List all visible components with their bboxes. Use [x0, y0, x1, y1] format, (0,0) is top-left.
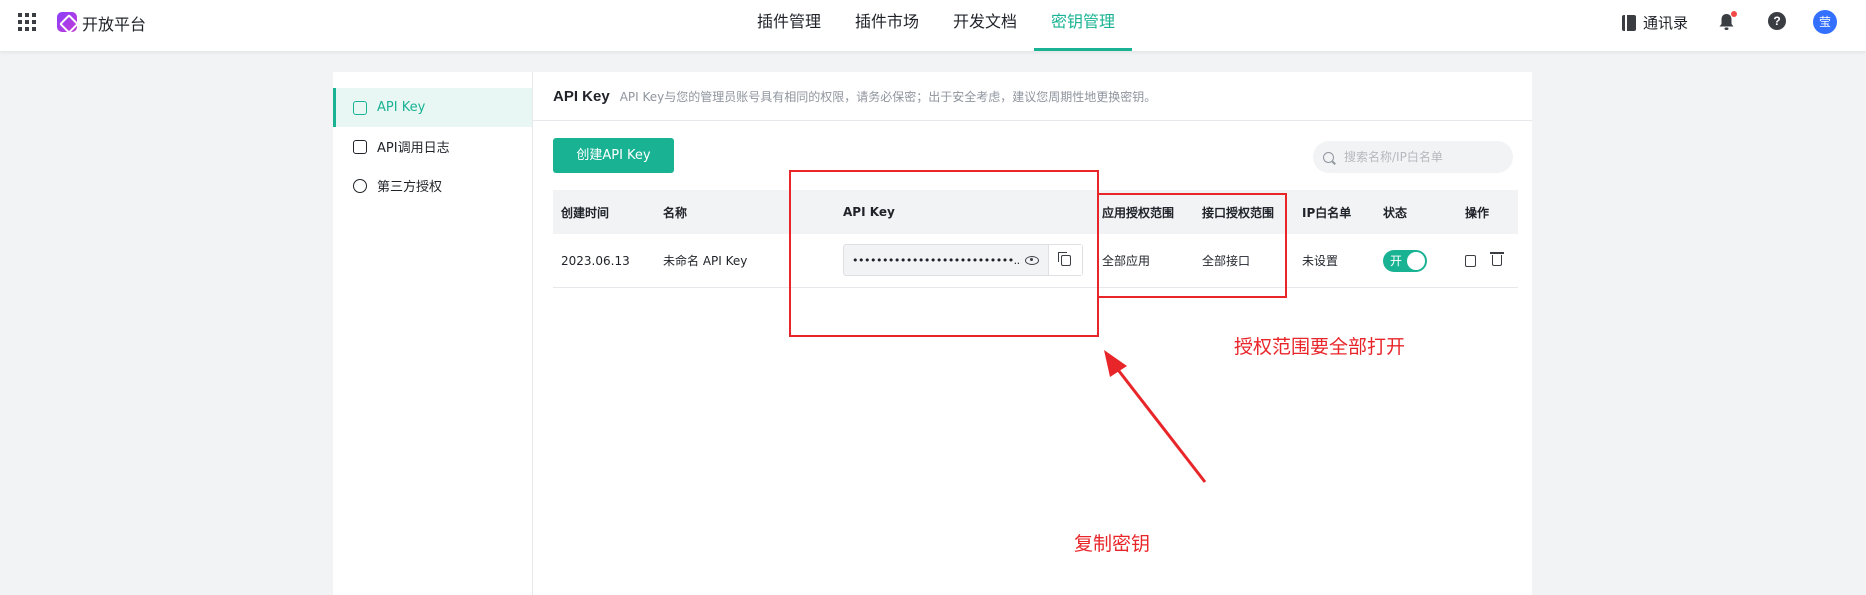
create-api-key-button[interactable]: 创建API Key: [553, 138, 674, 173]
apps-grid-icon[interactable]: [18, 13, 36, 31]
notification-bell-icon[interactable]: [1718, 11, 1737, 31]
platform-logo: [57, 12, 77, 32]
contacts-label: 通讯录: [1643, 14, 1689, 32]
cell-status: 开: [1383, 234, 1427, 287]
contacts-link[interactable]: 通讯录: [1622, 12, 1688, 33]
sidebar-item-api-key[interactable]: API Key: [333, 88, 532, 127]
nav-plugin-management[interactable]: 插件管理: [740, 0, 838, 52]
trash-icon[interactable]: [1490, 252, 1504, 266]
notification-dot: [1731, 11, 1737, 17]
brand-title: 开放平台: [82, 15, 147, 34]
search-input[interactable]: [1344, 150, 1504, 164]
nav-key-management[interactable]: 密钥管理: [1034, 0, 1133, 52]
annotation-copy-note: 复制密钥: [1074, 533, 1151, 555]
user-avatar[interactable]: 莹: [1813, 10, 1837, 34]
sidebar-item-label: 第三方授权: [377, 180, 443, 195]
annotation-box-scope: [1097, 193, 1287, 298]
sidebar-item-api-log[interactable]: API调用日志: [333, 127, 532, 166]
log-icon: [353, 139, 367, 154]
annotation-scope-note: 授权范围要全部打开: [1234, 336, 1406, 358]
sidebar-item-label: API Key: [377, 100, 426, 115]
search-icon: [1323, 151, 1334, 163]
col-status: 状态: [1383, 205, 1408, 220]
col-ip-whitelist: IP白名单: [1302, 205, 1352, 220]
page-description: API Key与您的管理员账号具有相同的权限，请务必保密；出于安全考虑，建议您周…: [619, 89, 1157, 104]
main-nav: 插件管理 插件市场 开发文档 密钥管理: [740, 0, 1133, 52]
sidebar-item-third-party-auth[interactable]: 第三方授权: [333, 166, 532, 205]
sidebar-item-label: API调用日志: [377, 141, 450, 156]
cell-created-time: 2023.06.13: [561, 253, 630, 268]
nav-plugin-market[interactable]: 插件市场: [838, 0, 936, 52]
nav-dev-docs[interactable]: 开发文档: [936, 0, 1034, 52]
sidebar: API Key API调用日志 第三方授权: [333, 72, 533, 595]
col-created-time: 创建时间: [561, 205, 610, 220]
status-toggle[interactable]: 开: [1383, 249, 1427, 272]
top-bar: 开放平台 插件管理 插件市场 开发文档 密钥管理 通讯录 ? 莹: [0, 0, 1866, 52]
search-box[interactable]: [1313, 141, 1513, 173]
key-icon: [353, 100, 367, 115]
duplicate-icon[interactable]: [1465, 254, 1476, 267]
panel-header: API Key API Key与您的管理员账号具有相同的权限，请务必保密；出于安…: [533, 72, 1532, 121]
help-icon[interactable]: ?: [1768, 12, 1786, 30]
annotation-box-api-key: [789, 170, 1099, 337]
col-actions: 操作: [1465, 205, 1490, 220]
cell-ip-whitelist: 未设置: [1302, 254, 1339, 268]
page-title: API Key: [553, 87, 610, 105]
check-icon: [353, 178, 367, 193]
cell-name: 未命名 API Key: [663, 254, 748, 268]
col-name: 名称: [663, 205, 688, 220]
cell-actions: [1465, 234, 1504, 287]
address-book-icon: [1622, 14, 1636, 31]
